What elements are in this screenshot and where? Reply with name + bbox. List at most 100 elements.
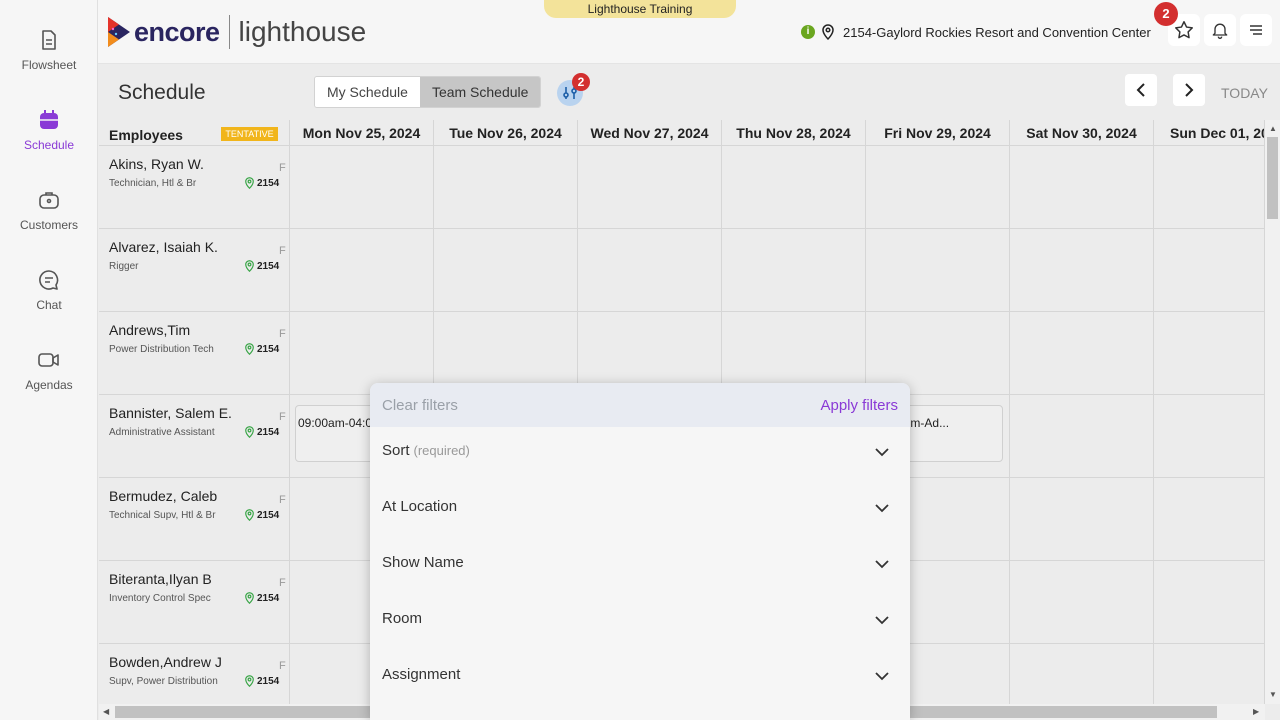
chevron-down-icon [875,504,889,513]
side-nav: Flowsheet Schedule Customers Chat Agenda… [0,0,98,720]
employee-flag: F [279,245,286,257]
filter-field-label: Assignment [382,666,461,683]
filter-field-label: Room [382,610,423,627]
schedule-cell[interactable] [290,229,434,312]
employee-name[interactable]: Andrews,Tim [109,322,190,338]
nav-item-schedule[interactable]: Schedule [0,108,98,168]
filter-show-name[interactable]: Show Name [370,539,910,595]
employee-cell[interactable]: Andrews,Tim Power Distribution Tech F 2154 [99,312,290,395]
employee-name[interactable]: Bermudez, Caleb [109,488,217,504]
nav-item-chat[interactable]: Chat [0,268,98,328]
employee-role: Rigger [109,261,139,272]
tab-my-schedule[interactable]: My Schedule [315,77,420,107]
schedule-cell[interactable] [434,229,578,312]
nav-item-agendas[interactable]: Agendas [0,348,98,408]
employee-cell[interactable]: Bannister, Salem E. Administrative Assist… [99,395,290,478]
schedule-cell[interactable] [1154,644,1265,704]
location-pin-icon [245,177,254,189]
schedule-cell[interactable] [1154,561,1265,644]
employee-flag: F [279,660,286,672]
top-bar: encore lighthouse Lighthouse Training i … [98,0,1280,64]
tab-team-schedule[interactable]: Team Schedule [419,77,541,107]
employee-cell[interactable]: Akins, Ryan W. Technician, Htl & Br F 2154 [99,146,290,229]
location-name: 2154-Gaylord Rockies Resort and Conventi… [843,24,1151,40]
day-header: Wed Nov 27, 2024 [578,120,722,146]
employee-location: 2154 [244,509,279,521]
app-logo[interactable]: encore lighthouse [106,13,366,51]
nav-label: Agendas [25,378,73,392]
employee-cell[interactable]: Biteranta,Ilyan B Inventory Control Spec F… [99,561,290,644]
day-header: Tue Nov 26, 2024 [434,120,578,146]
schedule-cell[interactable] [1154,146,1265,229]
schedule-cell[interactable] [290,146,434,229]
employee-name[interactable]: Bowden,Andrew J [109,654,222,670]
info-icon[interactable]: i [801,25,815,39]
filter-at-location[interactable]: At Location [370,483,910,539]
schedule-cell[interactable] [866,229,1010,312]
employee-location: 2154 [244,177,279,189]
schedule-cell[interactable] [1154,395,1265,478]
clear-filters-button[interactable]: Clear filters [382,397,458,414]
schedule-cell[interactable] [722,229,866,312]
employee-cell[interactable]: Bermudez, Caleb Technical Supv, Htl & Br F… [99,478,290,561]
scroll-left-arrow[interactable]: ◀ [103,707,109,716]
day-header: Thu Nov 28, 2024 [722,120,866,146]
filter-room[interactable]: Room [370,595,910,651]
menu-button[interactable] [1240,14,1272,46]
nav-item-flowsheet[interactable]: Flowsheet [0,28,98,88]
schedule-cell[interactable] [1154,229,1265,312]
employee-name[interactable]: Alvarez, Isaiah K. [109,239,218,255]
employee-name[interactable]: Akins, Ryan W. [109,156,204,172]
environment-banner: Lighthouse Training [544,0,736,18]
employee-role: Inventory Control Spec [109,593,211,604]
schedule-cell[interactable] [1010,229,1154,312]
agendas-icon [38,353,59,367]
schedule-cell[interactable] [1010,644,1154,704]
schedule-cell[interactable] [1010,312,1154,395]
menu-icon [1250,25,1262,35]
schedule-cell[interactable] [578,146,722,229]
tentative-badge[interactable]: TENTATIVE [221,127,278,141]
employee-flag: F [279,577,286,589]
schedule-cell[interactable] [1010,478,1154,561]
employee-role: Supv, Power Distribution [109,676,218,687]
apply-filters-button[interactable]: Apply filters [820,397,898,414]
location-pin-icon [245,675,254,687]
schedule-cell[interactable] [434,146,578,229]
schedule-cell[interactable] [722,146,866,229]
vertical-scroll-thumb[interactable] [1267,137,1278,219]
schedule-view-toggle: My Schedule Team Schedule [314,76,542,108]
schedule-cell[interactable] [1010,146,1154,229]
schedule-cell[interactable] [1154,478,1265,561]
employee-cell[interactable]: Alvarez, Isaiah K. Rigger F 2154 [99,229,290,312]
schedule-cell[interactable] [866,146,1010,229]
filter-panel: Clear filters Apply filters Sort (require… [370,383,910,720]
nav-item-customers[interactable]: Customers [0,188,98,248]
location-pin-icon [822,24,834,40]
location-pin-icon [245,343,254,355]
employee-role: Technician, Htl & Br [109,178,197,189]
notifications-button[interactable] [1204,14,1236,46]
employee-cell[interactable]: Bowden,Andrew J Supv, Power Distribution F… [99,644,290,704]
schedule-cell[interactable] [1010,561,1154,644]
next-week-button[interactable] [1173,74,1205,106]
employee-name[interactable]: Bannister, Salem E. [109,405,232,421]
employee-name[interactable]: Biteranta,Ilyan B [109,571,212,587]
chevron-right-icon [1185,83,1194,97]
scroll-down-arrow[interactable]: ▼ [1269,690,1277,699]
flowsheet-icon [42,30,56,50]
employee-location-code: 2154 [257,177,280,189]
filter-assignment[interactable]: Assignment [370,651,910,707]
scroll-right-arrow[interactable]: ▶ [1253,707,1259,716]
schedule-cell[interactable] [1010,395,1154,478]
today-button[interactable]: TODAY [1221,85,1268,101]
current-location[interactable]: i 2154-Gaylord Rockies Resort and Conven… [801,22,1151,42]
scroll-up-arrow[interactable]: ▲ [1269,124,1277,133]
employee-location: 2154 [244,675,279,687]
schedule-cell[interactable] [578,229,722,312]
previous-week-button[interactable] [1125,74,1157,106]
nav-label: Flowsheet [21,58,77,72]
chevron-down-icon [875,560,889,569]
filter-sort[interactable]: Sort (required) [370,427,910,483]
schedule-cell[interactable] [1154,312,1265,395]
